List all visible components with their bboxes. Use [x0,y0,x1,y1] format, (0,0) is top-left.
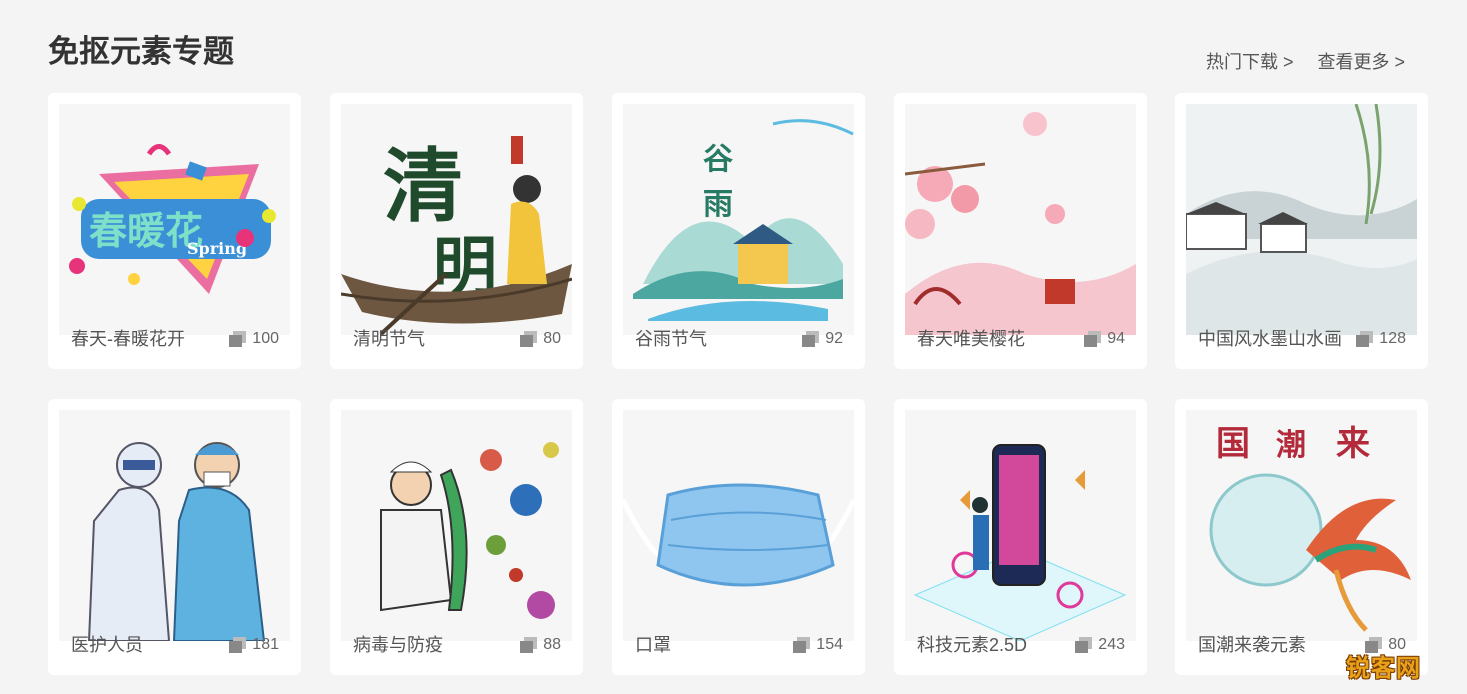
card-caption: 春天-春暖花开 [71,329,185,349]
card-caption: 中国风水墨山水画 [1198,329,1342,349]
watermark-logo: 锐客网 [1346,655,1421,682]
card-caption: 清明节气 [353,329,425,349]
card-count: 100 [229,330,279,348]
card-count: 94 [1084,330,1125,348]
cherry-thumbnail[interactable] [905,104,1136,335]
card-caption: 科技元素2.5D [917,635,1028,655]
card-caption: 国潮来袭元素 [1198,635,1306,655]
topic-card-medical[interactable]: 医护人员 181 [48,399,301,675]
topic-card-mask[interactable]: 口罩 154 [612,399,865,675]
album-icon [802,331,820,347]
topic-card-tech[interactable]: 科技元素2.5D 243 [894,399,1147,675]
card-count: 154 [793,636,843,654]
card-count: 243 [1075,636,1125,654]
album-icon [520,331,538,347]
card-caption: 春天唯美樱花 [917,329,1025,349]
virus-thumbnail[interactable] [341,410,572,641]
card-caption: 口罩 [635,635,671,655]
svg-text:雨: 雨 [703,187,733,222]
topic-card-ink[interactable]: 中国风水墨山水画 128 [1175,93,1428,369]
album-icon [793,637,811,653]
album-icon [1075,637,1093,653]
tech-thumbnail[interactable] [905,410,1136,641]
tech-isometric-image [913,444,1127,641]
svg-text:来: 来 [1336,424,1370,464]
svg-text:潮: 潮 [1276,428,1306,463]
topic-card-guochao[interactable]: 国 潮 来 国潮来袭元素 80 [1175,399,1428,675]
hot-downloads-link[interactable]: 热门下载 > [1206,48,1294,74]
ink-landscape-image [1186,104,1417,335]
guyu-thumbnail[interactable]: 谷 雨 [623,104,854,335]
qingming-thumbnail[interactable]: 清 明 [341,104,572,335]
card-count: 128 [1356,330,1406,348]
album-icon [1356,331,1374,347]
album-icon [520,637,538,653]
topic-card-spring[interactable]: 春暖花 Spring 春天-春暖花开 100 [48,93,301,369]
medical-thumbnail[interactable] [59,410,290,641]
medical-workers-image [87,442,266,641]
svg-text:春暖花: 春暖花 [89,209,203,253]
qingming-image: 清 明 [341,136,572,335]
album-icon [1084,331,1102,347]
svg-text:清: 清 [383,140,463,233]
guochao-image: 国 潮 来 [1209,424,1411,632]
doctor-virus-image [380,442,559,619]
card-caption: 医护人员 [71,635,143,655]
svg-text:谷: 谷 [703,142,733,177]
spring-thumbnail[interactable]: 春暖花 Spring [59,104,290,335]
mask-thumbnail[interactable] [623,410,854,641]
topic-card-qingming[interactable]: 清 明 清明节气 80 [330,93,583,369]
guyu-image: 谷 雨 [633,119,854,321]
card-count: 92 [802,330,843,348]
topic-card-guyu[interactable]: 谷 雨 谷雨节气 92 [612,93,865,369]
view-more-link[interactable]: 查看更多 > [1317,48,1405,74]
card-caption: 谷雨节气 [635,329,707,349]
face-mask-image [623,483,854,587]
card-count: 181 [229,636,279,654]
spring-flower-image: 春暖花 Spring [69,144,276,294]
header-links: 热门下载 > 查看更多 > [1206,48,1405,74]
ink-thumbnail[interactable] [1186,104,1417,335]
card-caption: 病毒与防疫 [353,635,443,655]
topic-card-cherry[interactable]: 春天唯美樱花 94 [894,93,1147,369]
topic-card-virus[interactable]: 病毒与防疫 88 [330,399,583,675]
album-icon [229,331,247,347]
guochao-thumbnail[interactable]: 国 潮 来 [1186,410,1417,641]
section-title: 免抠元素专题 [48,34,234,69]
svg-text:国: 国 [1216,424,1250,464]
card-count: 80 [520,330,561,348]
album-icon [229,637,247,653]
cherry-blossom-image [905,112,1136,335]
card-count: 88 [520,636,561,654]
